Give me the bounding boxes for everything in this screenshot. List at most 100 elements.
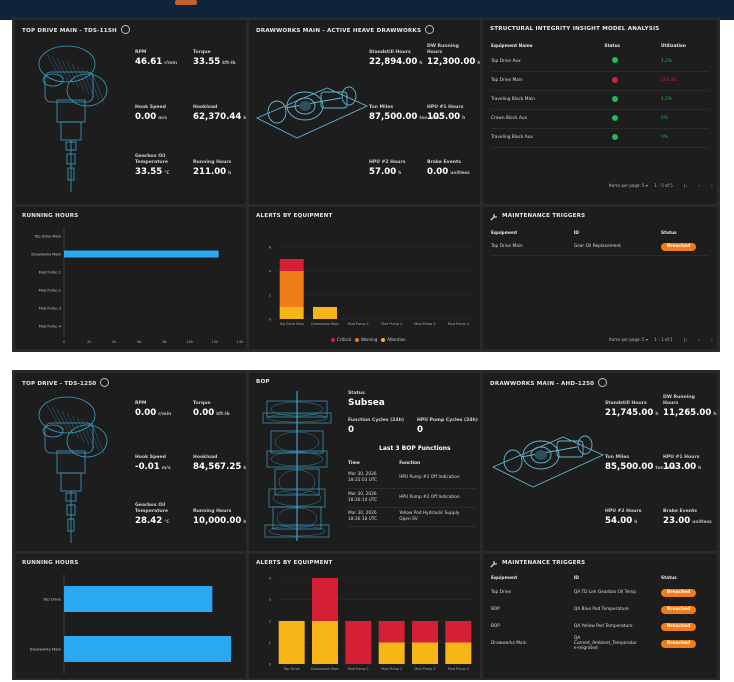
drawworks-panel: DRAWWORKS MAIN - ACTIVE HEAVE DRAWWORKS … xyxy=(249,20,480,204)
column-header[interactable]: Equipment xyxy=(491,231,574,239)
model-part xyxy=(60,472,82,492)
alert-bar-segment[interactable] xyxy=(345,621,372,664)
maintenance-triggers-panel: MAINTENANCE TRIGGERS Equipment ID Status To… xyxy=(483,554,717,678)
drawworks-panel: DRAWWORKS MAIN - AHD-1250 Standstill Hou… xyxy=(483,373,717,551)
alert-bar-segment[interactable] xyxy=(279,307,304,319)
column-header[interactable]: Utilization xyxy=(661,44,709,52)
column-header[interactable]: ID xyxy=(574,576,661,584)
column-header[interactable]: Equipment xyxy=(491,576,574,584)
next-page-icon[interactable]: › xyxy=(711,183,713,188)
bar[interactable] xyxy=(64,250,219,258)
breached-badge[interactable]: Breached xyxy=(661,242,697,251)
trigger-id: Gear Oil Replacement xyxy=(573,244,621,250)
alert-bar-segment[interactable] xyxy=(445,621,472,643)
legend-warning[interactable]: Warning xyxy=(354,337,377,342)
model-part xyxy=(61,410,75,437)
metric-number: -0.01 xyxy=(135,462,160,472)
model-part xyxy=(38,45,96,83)
table-header-row: Equipment ID Status xyxy=(491,576,709,584)
metric: Running Hours 10,000.00 h xyxy=(193,509,246,529)
column-header[interactable]: Status xyxy=(661,231,709,239)
prev-page-icon[interactable]: ‹ xyxy=(698,183,700,188)
column-header[interactable]: Status xyxy=(604,44,661,52)
metric-value: 33.55 kft-lb xyxy=(193,56,236,70)
table-cell: QA Yellow Pod Temperature xyxy=(574,618,661,635)
breached-badge[interactable]: Breached xyxy=(661,622,697,631)
model-part xyxy=(299,101,311,111)
table-cell: 0% xyxy=(661,109,709,129)
table-row[interactable]: BOP QA Blue Pod Temperature Breached xyxy=(491,601,709,618)
table-cell: Drawworks Main xyxy=(491,635,574,652)
table-cell xyxy=(604,90,662,110)
metric: Hook Speed 0.00 m/s xyxy=(135,105,167,125)
alerts-panel: ALERTS BY EQUIPMENT 0 2 4 6 Top Drive Main Dr… xyxy=(249,207,480,349)
table-row[interactable]: BOP QA Yellow Pod Temperature Breached xyxy=(491,618,709,635)
legend-attention[interactable]: Attention xyxy=(381,337,406,342)
column-header[interactable]: Equipment Name xyxy=(491,44,604,52)
breached-badge[interactable]: Breached xyxy=(661,605,697,614)
alert-bar-segment[interactable] xyxy=(412,642,438,665)
table-header-row: Time Function xyxy=(348,461,476,469)
column-header[interactable]: Time xyxy=(348,461,399,469)
table-row[interactable]: Top Drive Main 105.4% xyxy=(491,71,709,91)
legend-critical[interactable]: Critical xyxy=(331,337,351,342)
alert-bar-segment[interactable] xyxy=(279,259,304,271)
table-row[interactable]: Mar 30, 2026 18:35:03 UTC HPU Pump #1 Off… xyxy=(348,469,476,489)
x-tick-label: Mud Pump 2 xyxy=(381,667,402,671)
metric-unit: h xyxy=(228,171,232,176)
alert-bar-segment[interactable] xyxy=(378,621,405,643)
category-label: Drawworks Main xyxy=(30,647,62,652)
metric: Hookload62,370.44kg xyxy=(193,105,246,125)
x-tick-label: 6k xyxy=(137,340,142,344)
alert-bar-segment[interactable] xyxy=(312,621,338,664)
equipment-name: Drawworks Main xyxy=(491,641,527,646)
metric: Gearbox Oil Temperature 28.42 °C xyxy=(135,503,170,529)
table-row[interactable]: Top Drive Main Gear Oil Replacement Breach… xyxy=(491,239,709,256)
panel-title: MAINTENANCE TRIGGERS xyxy=(502,560,586,566)
alert-bar-segment[interactable] xyxy=(445,642,472,665)
table-row[interactable]: Top Drive Aux 1.2% xyxy=(491,52,709,72)
alert-bar-segment[interactable] xyxy=(378,642,405,665)
metric: Hook Speed -0.01 m/s xyxy=(135,455,171,475)
metric-number: 0.00 xyxy=(135,408,157,418)
table-row[interactable]: Traveling Block Aux 0% xyxy=(491,128,709,148)
trigger-id: QA TD Lim Gearbox Oil Temp xyxy=(573,590,637,595)
table-row[interactable]: Crown Block Aux 0% xyxy=(491,109,709,129)
metric-number: 0.00 xyxy=(135,112,157,122)
metric: Brake Events 23.00 unitless xyxy=(663,509,712,529)
model-part xyxy=(61,59,75,86)
first-page-icon[interactable]: |‹ xyxy=(684,183,687,188)
table-cell: Breached xyxy=(661,601,709,618)
table-row[interactable]: Mar 30, 2026 18:36:18 UTC Yellow Pod Hydr… xyxy=(348,507,476,527)
alert-bar-segment[interactable] xyxy=(412,621,438,643)
maintenance-table: Equipment ID Status Top Drive QA TD Lim Gear… xyxy=(491,576,709,652)
prev-page-icon[interactable]: ‹ xyxy=(698,337,700,342)
bar[interactable] xyxy=(64,636,232,662)
next-page-icon[interactable]: › xyxy=(711,337,713,342)
column-header[interactable]: Status xyxy=(661,576,709,584)
alert-bar-segment[interactable] xyxy=(279,271,304,307)
function-time: Mar 30, 2026 18:36:14 UTC xyxy=(348,491,378,503)
table-row[interactable]: Drawworks Main QA Current_Ambient_Tempera… xyxy=(491,635,709,652)
table-row[interactable]: Top Drive QA TD Lim Gearbox Oil Temp Breac… xyxy=(491,584,709,601)
breached-badge[interactable]: Breached xyxy=(661,588,697,597)
breached-badge[interactable]: Breached xyxy=(661,639,697,648)
model-part xyxy=(535,450,547,460)
metric-number: 33.55 xyxy=(193,57,221,67)
alert-bar-segment[interactable] xyxy=(312,578,338,621)
first-page-icon[interactable]: |‹ xyxy=(684,337,687,342)
alert-bar-segment[interactable] xyxy=(313,307,337,319)
alert-bar-segment[interactable] xyxy=(278,621,305,664)
metric-label: Gearbox Oil Temperature xyxy=(135,503,169,514)
column-header[interactable]: Function xyxy=(399,461,476,469)
metric-unit: h xyxy=(243,520,246,525)
table-row[interactable]: Mar 30, 2026 18:36:14 UTC HPU Pump #2 Off… xyxy=(348,488,476,508)
bar[interactable] xyxy=(64,586,213,612)
x-tick-label: 2k xyxy=(87,340,92,344)
metric-number: 46.61 xyxy=(135,57,163,67)
panel-title: MAINTENANCE TRIGGERS xyxy=(502,213,586,219)
column-header[interactable]: ID xyxy=(574,231,661,239)
trigger-id: QA Blue Pod Temperature xyxy=(573,607,629,612)
table-row[interactable]: Traveling Block Main 1.2% xyxy=(491,90,709,110)
y-tick-label: 0 xyxy=(269,317,272,322)
